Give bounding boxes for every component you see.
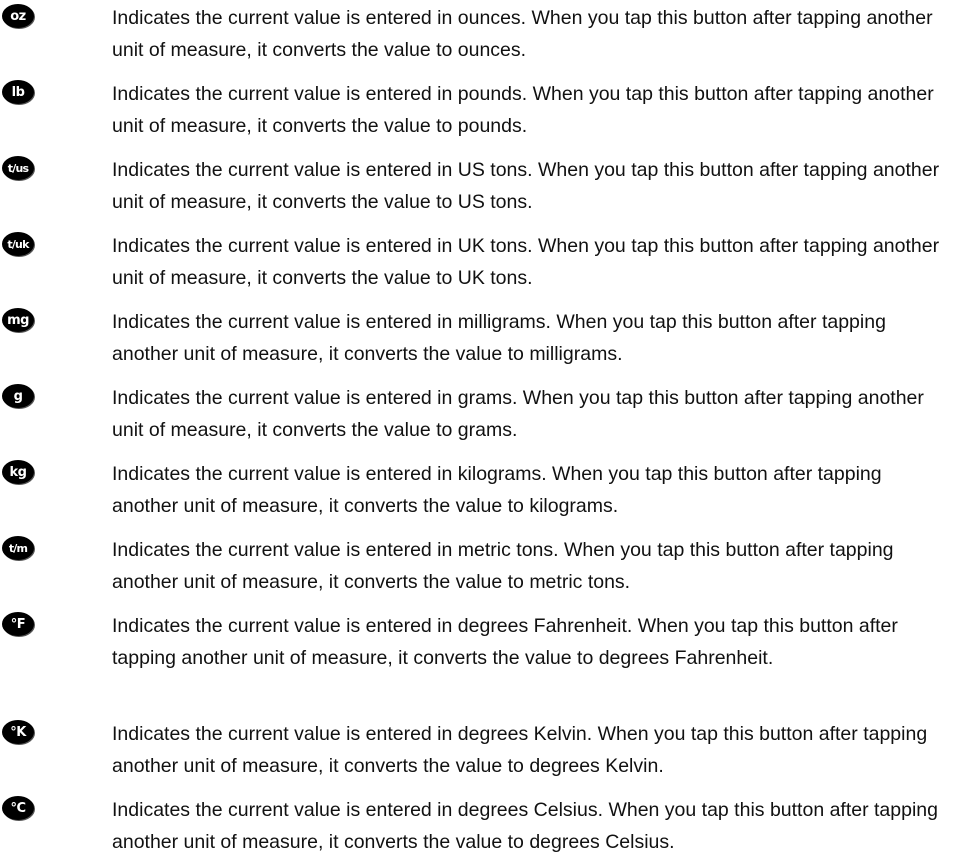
item-description: Indicates the current value is entered i… [112,7,933,61]
list-item: g Indicates the current value is entered… [0,382,956,446]
item-description: Indicates the current value is entered i… [112,463,882,517]
item-description: Indicates the current value is entered i… [112,235,940,289]
g-button-icon: g [2,384,34,408]
list-item: °K Indicates the current value is entere… [0,718,956,782]
kg-button-icon: kg [2,460,34,484]
item-description: Indicates the current value is entered i… [112,723,928,777]
list-item: °F Indicates the current value is entere… [0,610,956,674]
mg-button-icon: mg [2,308,34,332]
oz-button-icon: oz [2,4,34,28]
item-description: Indicates the current value is entered i… [112,615,898,669]
item-description: Indicates the current value is entered i… [112,159,940,213]
list-item: oz Indicates the current value is entere… [0,2,956,66]
unit-button-reference-list: oz Indicates the current value is entere… [0,0,956,866]
list-item: t/m Indicates the current value is enter… [0,534,956,598]
item-description: Indicates the current value is entered i… [112,83,934,137]
metric-tons-button-icon: t/m [2,536,34,560]
us-tons-button-icon: t/us [2,156,34,180]
list-item: °C Indicates the current value is entere… [0,794,956,858]
uk-tons-button-icon: t/uk [2,232,34,256]
celsius-button-icon: °C [2,796,34,820]
item-description: Indicates the current value is entered i… [112,311,886,365]
list-item: mg Indicates the current value is entere… [0,306,956,370]
lb-button-icon: lb [2,80,34,104]
item-description: Indicates the current value is entered i… [112,387,924,441]
list-item: t/us Indicates the current value is ente… [0,154,956,218]
list-item: kg Indicates the current value is entere… [0,458,956,522]
item-description: Indicates the current value is entered i… [112,799,938,853]
item-description: Indicates the current value is entered i… [112,539,894,593]
list-item: lb Indicates the current value is entere… [0,78,956,142]
fahrenheit-button-icon: °F [2,612,34,636]
list-item: t/uk Indicates the current value is ente… [0,230,956,294]
kelvin-button-icon: °K [2,720,34,744]
